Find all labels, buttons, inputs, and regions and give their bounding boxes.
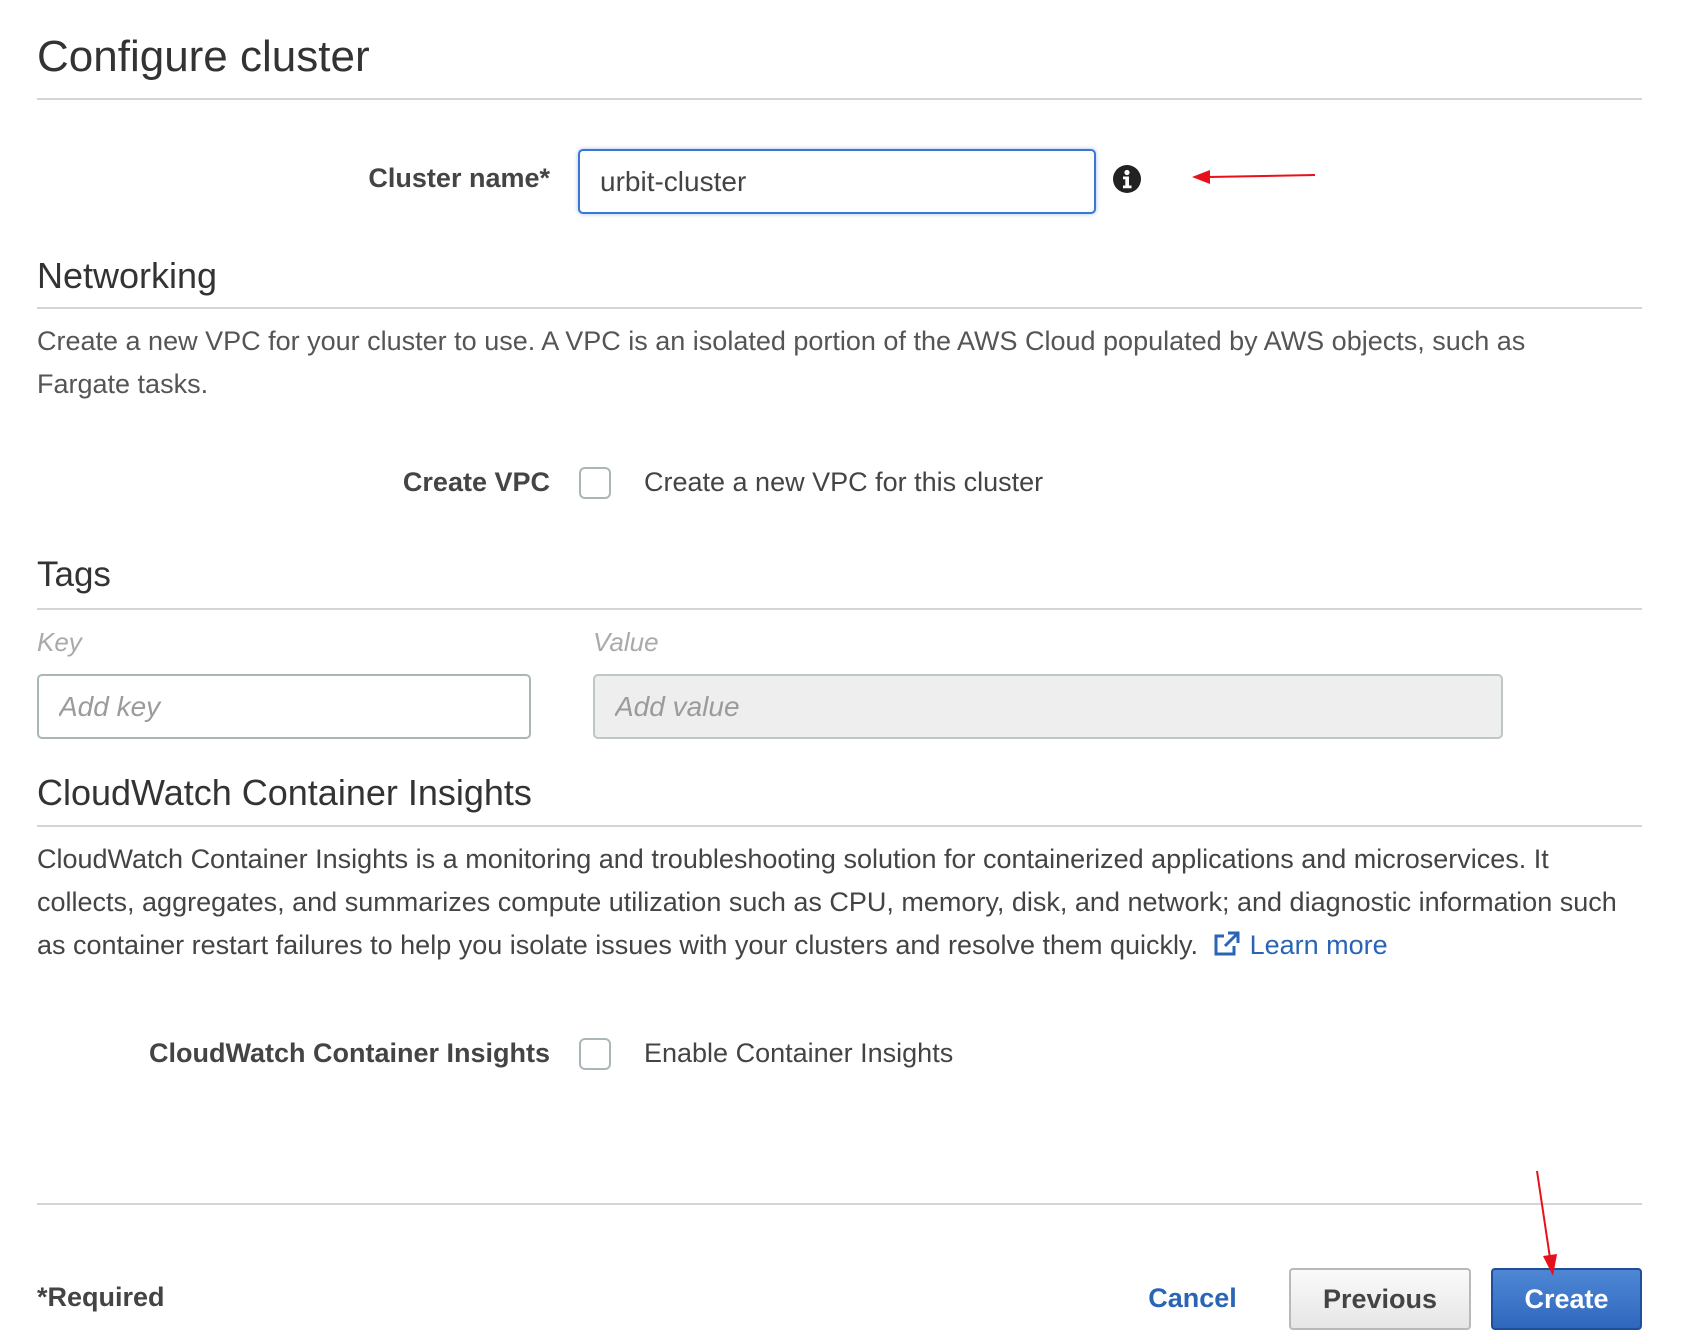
insights-field-label: CloudWatch Container Insights [149,1038,550,1068]
tag-value-input [593,674,1503,739]
create-button[interactable]: Create [1491,1268,1642,1330]
page-title: Configure cluster [37,32,370,81]
networking-title: Networking [37,255,218,296]
external-link-icon [1214,931,1240,956]
enable-insights-checkbox[interactable] [579,1038,611,1070]
insights-description: CloudWatch Container Insights is a monit… [37,838,1649,967]
insights-title: CloudWatch Container Insights [37,772,532,813]
create-vpc-option-label: Create a new VPC for this cluster [644,467,1044,497]
tags-value-header: Value [593,627,659,657]
divider [37,825,1642,827]
cluster-name-input[interactable] [578,149,1096,214]
networking-description: Create a new VPC for your cluster to use… [37,326,1526,399]
divider [37,608,1642,610]
tags-title: Tags [37,555,111,594]
divider [37,98,1642,100]
learn-more-label[interactable]: Learn more [1250,930,1388,960]
cluster-name-label: Cluster name* [368,163,550,193]
info-icon[interactable] [1112,164,1142,194]
tags-key-header: Key [37,627,82,657]
create-vpc-label: Create VPC [402,467,550,497]
annotation-arrow-icon [1192,170,1316,184]
create-vpc-checkbox[interactable] [579,467,611,499]
tag-key-input[interactable] [37,674,531,739]
required-note: *Required [37,1282,165,1312]
divider [37,307,1642,309]
footer-divider [37,1203,1642,1205]
previous-button[interactable]: Previous [1289,1268,1471,1330]
learn-more-link[interactable]: Learn more [1212,930,1388,960]
enable-insights-option-label: Enable Container Insights [644,1038,954,1068]
annotation-arrow-icon [1536,1170,1557,1276]
cancel-button[interactable]: Cancel [1130,1268,1255,1328]
